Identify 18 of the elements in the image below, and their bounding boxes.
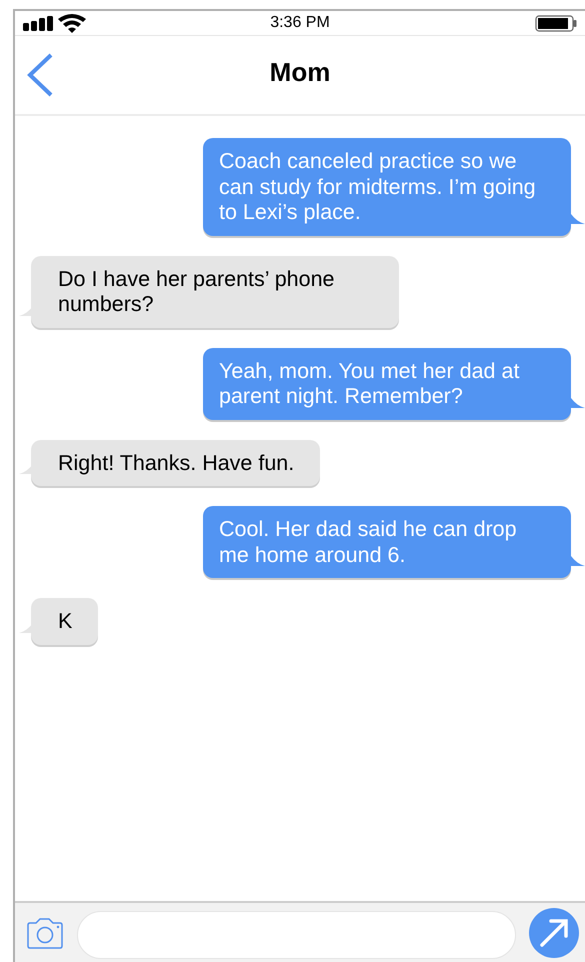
camera-button[interactable] bbox=[27, 916, 64, 948]
message-text: Cool. Her dad said he can drop me home around 6. bbox=[219, 517, 517, 566]
status-time: 3:36 PM bbox=[270, 14, 330, 32]
back-button[interactable] bbox=[26, 53, 54, 97]
wifi-icon bbox=[58, 14, 86, 32]
battery-icon bbox=[535, 14, 577, 32]
message-input-field[interactable] bbox=[77, 910, 516, 958]
message-text: Coach canceled practice so we can study for midterms. I’m going to Lexi’s place. bbox=[219, 149, 536, 224]
message-text: Right! Thanks. Have fun. bbox=[58, 450, 294, 474]
back-icon bbox=[26, 53, 54, 97]
signal-icon bbox=[23, 16, 54, 30]
arrow-icon bbox=[539, 918, 569, 948]
send-button[interactable] bbox=[529, 908, 579, 958]
message-text: K bbox=[58, 609, 72, 633]
message-text: Yeah, mom. You met her dad at parent night. Remember? bbox=[219, 358, 520, 408]
message-text: Do I have her parents’ phone numbers? bbox=[58, 266, 334, 316]
camera-icon bbox=[27, 916, 64, 948]
conversation-title: Mom bbox=[270, 57, 330, 88]
